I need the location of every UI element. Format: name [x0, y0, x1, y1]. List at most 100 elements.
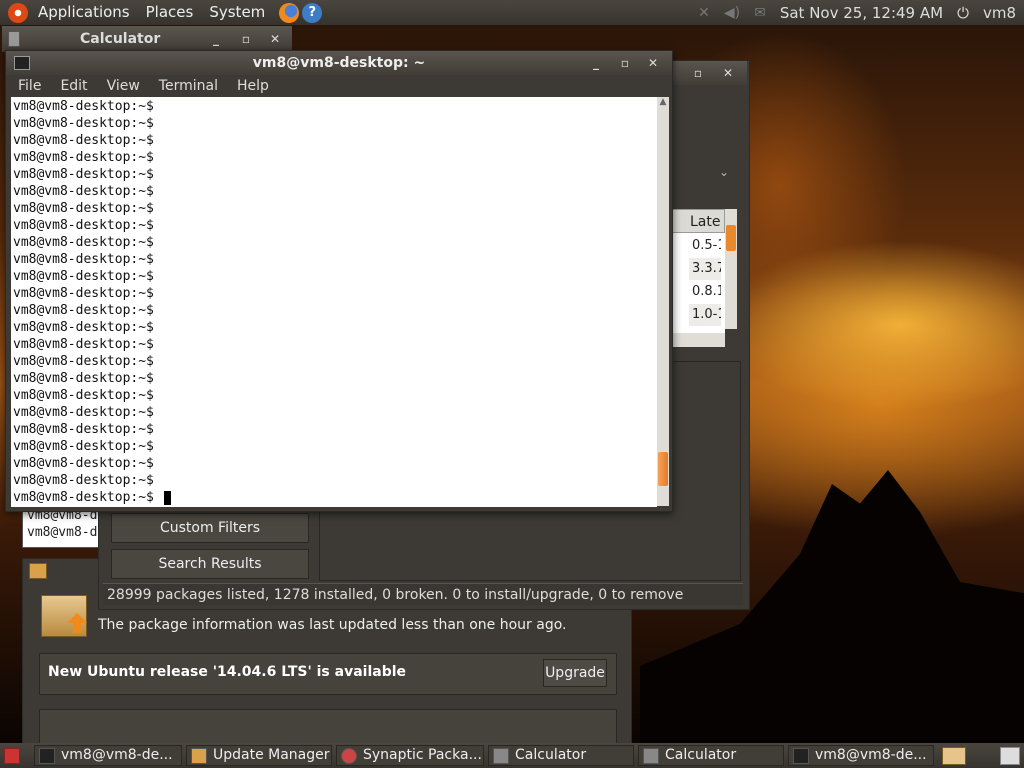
top-panel: Applications Places System ? ✕ ◀) ✉ Sat … [0, 0, 1024, 25]
scroll-up-icon[interactable]: ▲ [658, 97, 668, 109]
close-icon[interactable]: ✕ [644, 51, 662, 75]
taskbar-item-synaptic[interactable]: Synaptic Packa... [336, 745, 484, 766]
taskbar-item-label: vm8@vm8-de... [815, 747, 927, 763]
terminal-titlebar[interactable]: vm8@vm8-desktop: ~ _ ▫ ✕ [6, 51, 672, 75]
column-header-latest[interactable]: Late [665, 209, 725, 233]
menu-file[interactable]: File [6, 78, 48, 94]
status-bar: 28999 packages listed, 1278 installed, 0… [103, 583, 743, 605]
calculator-window: Calculator _ ▫ ✕ [2, 26, 292, 52]
taskbar-item-label: Update Manager [213, 747, 330, 763]
chevron-down-icon[interactable]: ⌄ [719, 165, 729, 179]
synaptic-titlebar: ▫ ✕ [667, 61, 747, 85]
close-icon[interactable]: ✕ [719, 61, 737, 85]
menu-applications[interactable]: Applications [30, 0, 138, 25]
terminal-line: vm8@vm8-desktop:~$ [13, 354, 154, 369]
maximize-icon[interactable]: ▫ [616, 51, 634, 75]
power-icon[interactable]: ⏻ [957, 4, 969, 22]
terminal-line: vm8@vm8-desktop:~$ [13, 422, 154, 437]
terminal-window: vm8@vm8-desktop: ~ _ ▫ ✕ File Edit View … [5, 50, 673, 512]
close-icon[interactable]: ✕ [266, 26, 284, 52]
update-manager-icon [191, 747, 207, 764]
calculator-icon [8, 31, 20, 47]
terminal-line: vm8@vm8-desktop:~$ [13, 184, 154, 199]
terminal-icon [793, 747, 809, 764]
firefox-icon[interactable] [279, 2, 300, 23]
terminal-line: vm8@vm8-desktop:~$ [13, 99, 154, 114]
network-icon[interactable]: ✕ [698, 5, 710, 21]
volume-icon[interactable]: ◀) [724, 5, 740, 21]
terminal-icon [39, 747, 55, 764]
taskbar-item-calculator[interactable]: Calculator [488, 745, 634, 766]
show-desktop-icon[interactable] [4, 748, 20, 764]
minimize-icon[interactable]: ▫ [689, 61, 707, 85]
upgrade-button[interactable]: Upgrade [543, 659, 607, 687]
calculator-title: Calculator [80, 31, 161, 47]
menu-view[interactable]: View [95, 78, 147, 94]
menu-edit[interactable]: Edit [48, 78, 94, 94]
horizontal-scrollbar[interactable] [665, 333, 725, 347]
trash-icon[interactable] [1000, 747, 1020, 765]
minimize-icon[interactable]: _ [587, 51, 605, 75]
calculator-icon [643, 747, 659, 764]
mail-icon[interactable]: ✉ [754, 5, 766, 21]
system-tray: ✕ ◀) ✉ Sat Nov 25, 12:49 AM ⏻ vm8 [698, 4, 1024, 22]
terminal-line: vm8@vm8-desktop:~$ [13, 133, 154, 148]
table-cell: 0.8.1 [689, 281, 721, 303]
terminal-output[interactable]: vm8@vm8-desktop:~$ vm8@vm8-desktop:~$ vm8@… [11, 97, 657, 507]
package-list-scrollbar[interactable] [725, 209, 737, 329]
menu-places[interactable]: Places [138, 0, 202, 25]
taskbar-item-label: Synaptic Packa... [363, 747, 482, 763]
update-info-text: The package information was last updated… [98, 617, 567, 633]
terminal-line: vm8@vm8-desktop:~$ [13, 371, 154, 386]
taskbar-item-calculator-2[interactable]: Calculator [638, 745, 784, 766]
terminal-menubar: File Edit View Terminal Help [6, 75, 672, 97]
taskbar-item-label: Calculator [515, 747, 587, 763]
terminal-line: vm8@vm8-desktop:~$ [13, 252, 154, 267]
terminal-line: vm8@vm8-desktop:~$ [13, 473, 154, 488]
terminal-line: vm8@vm8-desktop:~$ [13, 456, 154, 471]
custom-filters-button[interactable]: Custom Filters [111, 513, 309, 543]
menu-help[interactable]: Help [225, 78, 276, 94]
terminal-line: vm8@vm8-desktop:~$ [13, 439, 154, 454]
terminal-line: vm8@vm8-desktop:~$ [13, 303, 154, 318]
minimize-icon[interactable]: _ [207, 26, 225, 52]
taskbar-item-label: Calculator [665, 747, 737, 763]
terminal-line: vm8@vm8-desktop:~$ [13, 388, 154, 403]
taskbar-item-terminal-2[interactable]: vm8@vm8-de... [788, 745, 934, 766]
terminal-line: vm8@vm8-desktop:~$ [13, 218, 154, 233]
terminal-scrollbar[interactable]: ▲ [657, 97, 669, 506]
release-banner: New Ubuntu release '14.04.6 LTS' is avai… [39, 653, 617, 695]
terminal-line: vm8@vm8-desktop:~$ [13, 116, 154, 131]
calculator-titlebar[interactable]: Calculator _ ▫ ✕ [2, 26, 292, 52]
table-cell: 0.5-1 [689, 235, 721, 257]
synaptic-icon [341, 747, 357, 764]
terminal-line: vm8@vm8-desktop:~$ [13, 405, 154, 420]
menu-system[interactable]: System [201, 0, 273, 25]
clock[interactable]: Sat Nov 25, 12:49 AM [780, 4, 943, 22]
menu-terminal[interactable]: Terminal [147, 78, 225, 94]
user-name[interactable]: vm8 [983, 4, 1016, 22]
bottom-panel: vm8@vm8-de... Update Manager Synaptic Pa… [0, 743, 1024, 768]
terminal-line: vm8@vm8-desktop:~$ [11, 489, 657, 506]
workspace-icon[interactable] [942, 747, 966, 765]
terminal-line: vm8@vm8-desktop:~$ [13, 167, 154, 182]
taskbar-item-label: vm8@vm8-de... [61, 747, 173, 763]
terminal-line: vm8@vm8-desktop:~$ [13, 235, 154, 250]
maximize-icon[interactable]: ▫ [237, 26, 255, 52]
ubuntu-logo-icon[interactable] [8, 2, 28, 23]
table-cell: 1.0-1 [689, 304, 721, 326]
help-icon[interactable]: ? [302, 2, 323, 23]
text-cursor [163, 490, 171, 505]
terminal-line: vm8@vm8-desktop:~$ [13, 201, 154, 216]
scrollbar-thumb[interactable] [658, 451, 668, 486]
scrollbar-thumb[interactable] [726, 225, 736, 251]
taskbar-item-update-manager[interactable]: Update Manager [186, 745, 332, 766]
terminal-line: vm8@vm8-desktop:~$ [13, 150, 154, 165]
bg-terminal-line: vm8@vm8-d [27, 525, 98, 540]
release-text: New Ubuntu release '14.04.6 LTS' is avai… [48, 664, 407, 680]
taskbar-item-terminal[interactable]: vm8@vm8-de... [34, 745, 182, 766]
background-terminal: vm8@vm8-d vm8@vm8-d [22, 506, 104, 548]
search-results-button[interactable]: Search Results [111, 549, 309, 579]
table-cell: 3.3.7 [689, 258, 721, 280]
terminal-title: vm8@vm8-desktop: ~ [252, 55, 426, 71]
